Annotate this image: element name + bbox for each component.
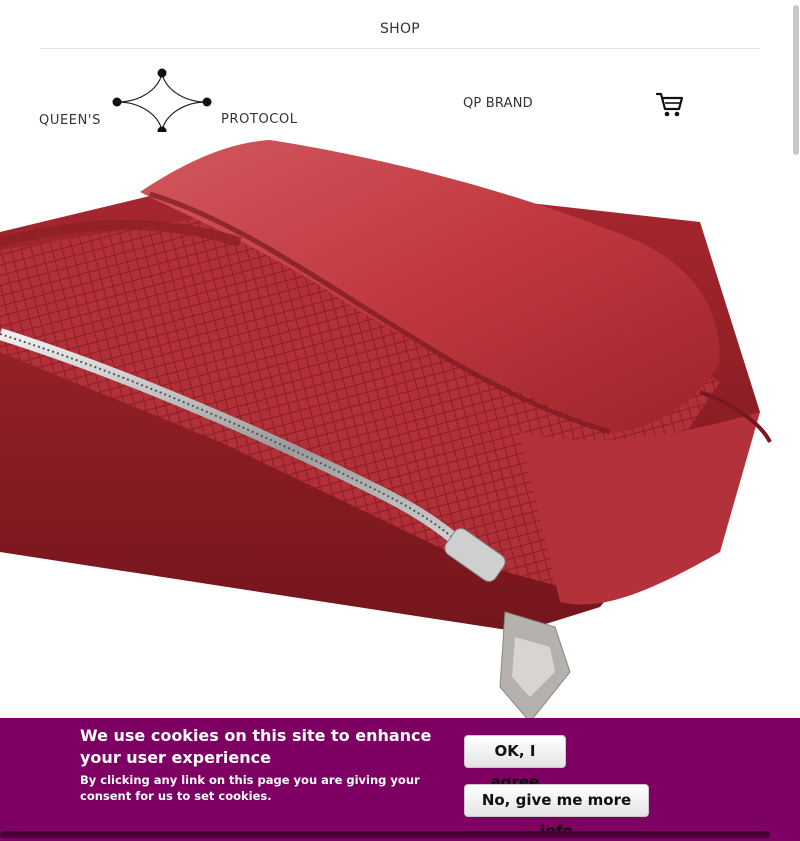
cookie-banner-title: We use cookies on this site to enhance y… [80,726,432,767]
top-nav: SHOP [40,0,760,49]
more-info-button[interactable]: No, give me more info [464,784,649,840]
site-logo[interactable]: QUEEN'S PROTOCOL [38,67,308,137]
horizontal-scrollbar[interactable] [0,831,770,838]
scrollbar-thumb[interactable] [793,5,799,155]
cookie-banner-text: By clicking any link on this page you ar… [80,773,420,803]
cookie-consent-banner: We use cookies on this site to enhance y… [0,718,800,841]
logo-text-left: QUEEN'S [39,113,101,128]
red-leather-clutch-photo [0,132,800,732]
vertical-scrollbar[interactable] [791,0,800,841]
shopping-cart-icon[interactable] [656,92,684,118]
nav-link-shop[interactable]: SHOP [380,21,420,37]
logo-text-right: PROTOCOL [221,112,298,127]
logo-diamond-icon [112,68,212,136]
nav-link-qp-brand[interactable]: QP BRAND [463,96,533,111]
page: SHOP QUEEN'S PROTOCOL QP BRAND We use co… [0,0,800,841]
hero-product-image [0,132,800,732]
agree-button[interactable]: OK, I agree [464,735,566,791]
